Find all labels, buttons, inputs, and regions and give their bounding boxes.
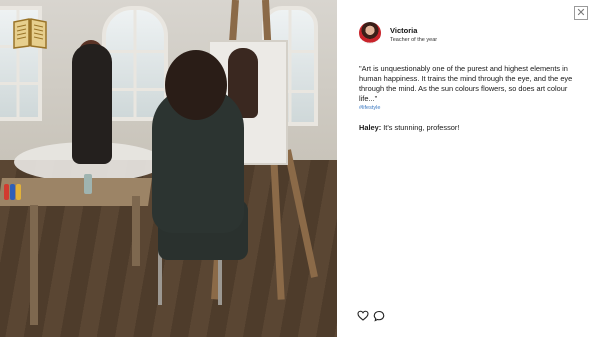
scene-paint-tube: [4, 184, 9, 200]
post-username[interactable]: Victoria: [390, 26, 417, 35]
scene-table-leg: [132, 196, 140, 266]
post-hashtag[interactable]: #lifestyle: [359, 104, 587, 112]
close-icon: ✕: [576, 7, 586, 19]
scene-model: [72, 44, 112, 164]
post-caption: "Art is unquestionably one of the purest…: [359, 64, 587, 112]
speech-bubble-icon[interactable]: [373, 309, 385, 322]
scene-paint-tube: [10, 184, 15, 200]
scene-table-leg: [30, 205, 38, 325]
book-icon[interactable]: [10, 12, 50, 52]
social-post-panel: ✕ Victoria Teacher of the year "Art is u…: [337, 0, 600, 337]
scene-painter-head: [165, 50, 227, 120]
comment-text: It's stunning, professor!: [381, 123, 460, 132]
heart-icon[interactable]: [357, 309, 369, 321]
avatar[interactable]: [359, 22, 381, 44]
post-user-subtitle: Teacher of the year: [390, 37, 438, 43]
scene-image: [0, 0, 337, 337]
comment-author: Haley:: [359, 123, 382, 132]
post-caption-text: "Art is unquestionably one of the purest…: [359, 64, 573, 103]
close-button[interactable]: ✕: [574, 6, 588, 20]
scene-paint-jar: [84, 174, 92, 194]
scene-table: [0, 178, 152, 206]
scene-paint-tube: [16, 184, 21, 200]
comment: Haley: It's stunning, professor!: [359, 123, 459, 132]
